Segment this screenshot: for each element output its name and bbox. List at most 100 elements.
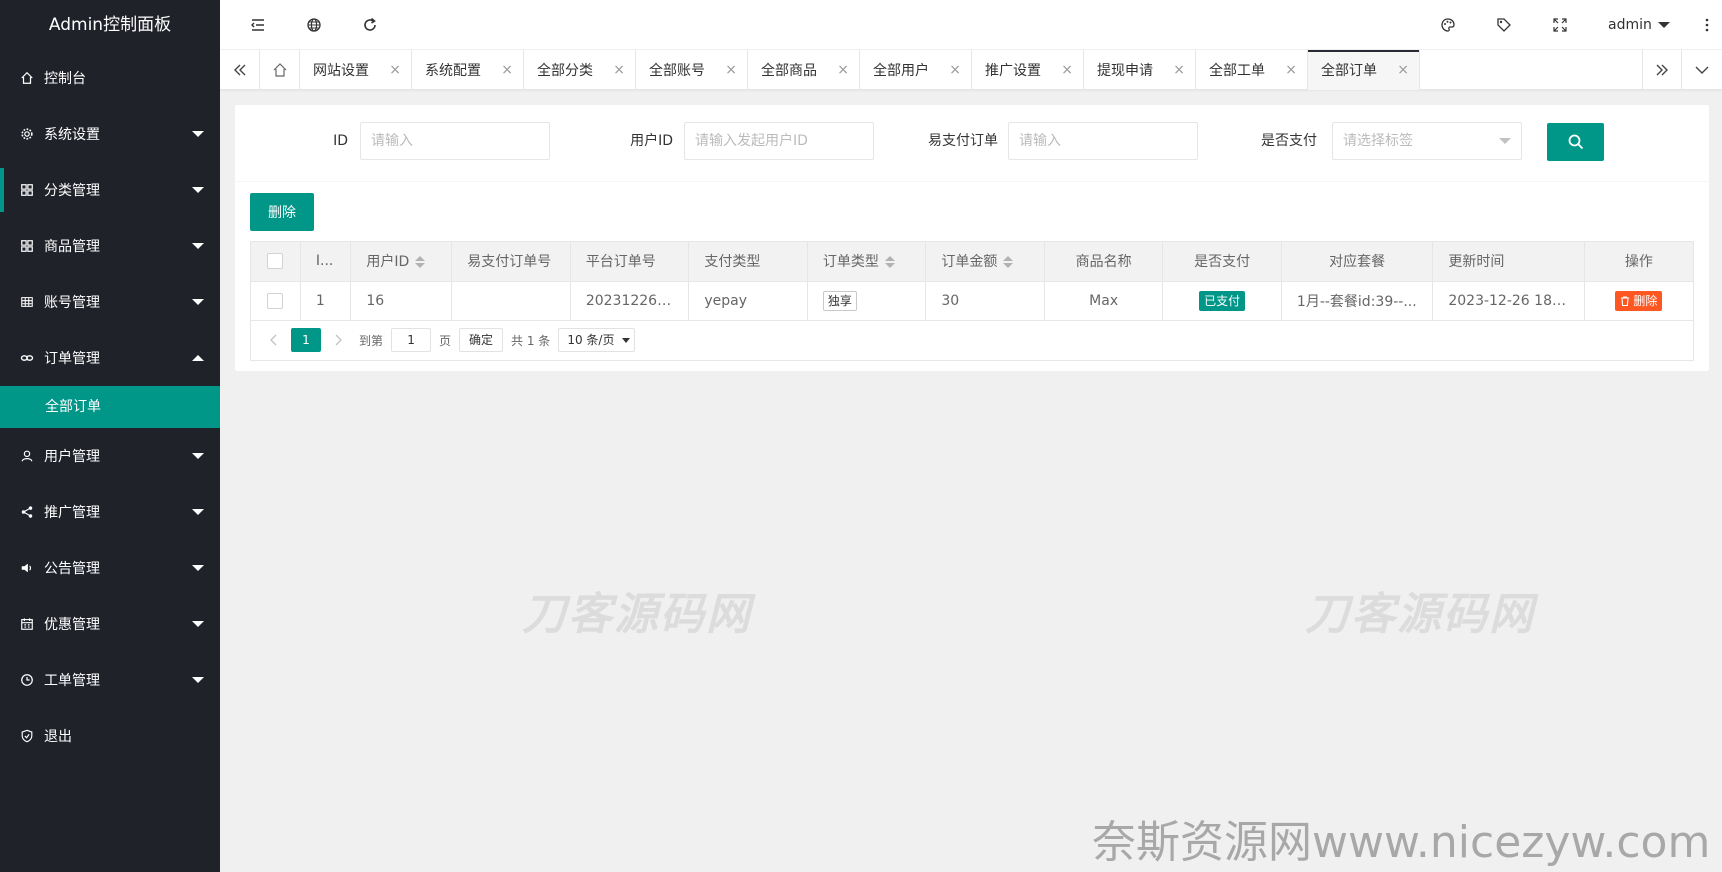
close-icon[interactable]: ×	[501, 63, 513, 77]
shield-icon	[20, 729, 34, 743]
col-order-type[interactable]: 订单类型	[807, 242, 927, 282]
sidebar-item-logout[interactable]: 退出	[0, 708, 220, 764]
user-icon	[20, 449, 34, 463]
order-type-badge: 独享	[822, 290, 857, 311]
close-icon[interactable]: ×	[1285, 63, 1297, 77]
tab-menu-chevron-icon[interactable]	[1682, 50, 1722, 90]
cell-paid: 已支付	[1162, 281, 1282, 321]
link-icon	[20, 351, 34, 365]
calendar-icon	[20, 617, 34, 631]
sidebar: Admin控制面板 控制台 系统设置 分类管理 商品管理 账号管理 订单管理 全…	[0, 0, 220, 872]
sidebar-subitem-all-orders[interactable]: 全部订单	[0, 386, 220, 428]
tab-all-accounts[interactable]: 全部账号 ×	[636, 50, 748, 90]
menu-collapse-icon[interactable]	[233, 0, 283, 50]
cell-action: 删除	[1584, 281, 1693, 321]
user-id-input[interactable]	[684, 122, 874, 160]
close-icon[interactable]: ×	[949, 63, 961, 77]
row-checkbox[interactable]	[267, 292, 284, 309]
sidebar-item-category[interactable]: 分类管理	[0, 162, 220, 218]
epay-order-input[interactable]	[1008, 122, 1198, 160]
username: admin	[1608, 17, 1652, 33]
cell-updated: 2023-12-26 18:2...	[1432, 281, 1585, 321]
close-icon[interactable]: ×	[1397, 63, 1409, 77]
close-icon[interactable]: ×	[613, 63, 625, 77]
sidebar-item-promotion[interactable]: 推广管理	[0, 484, 220, 540]
globe-icon[interactable]	[289, 0, 339, 50]
tab-all-categories[interactable]: 全部分类 ×	[524, 50, 636, 90]
col-action: 操作	[1584, 242, 1693, 282]
select-all-checkbox[interactable]	[267, 253, 284, 270]
cell-product: Max	[1044, 281, 1164, 321]
sidebar-item-products[interactable]: 商品管理	[0, 218, 220, 274]
sort-icon[interactable]	[1003, 256, 1014, 269]
search-button[interactable]	[1547, 123, 1604, 161]
sidebar-item-discounts[interactable]: 优惠管理	[0, 596, 220, 652]
id-input[interactable]	[360, 122, 550, 160]
chevron-down-icon	[192, 187, 204, 193]
close-icon[interactable]: ×	[837, 63, 849, 77]
chevron-down-icon	[192, 131, 204, 137]
user-menu[interactable]: admin	[1608, 0, 1670, 50]
sort-icon[interactable]	[415, 256, 426, 269]
more-vertical-icon[interactable]	[1692, 0, 1722, 50]
caret-down-icon	[1657, 22, 1670, 28]
col-id[interactable]: I...	[300, 242, 352, 282]
cell-plan: 1月--套餐id:39--...	[1281, 281, 1434, 321]
current-page[interactable]: 1	[291, 328, 321, 352]
pagination: 1 到第 1 页 确定 共 1 条 10 条/页	[251, 321, 1693, 360]
next-page-icon[interactable]	[325, 327, 351, 353]
sidebar-item-label: 分类管理	[44, 183, 100, 199]
share-icon	[20, 505, 34, 519]
close-icon[interactable]: ×	[389, 63, 401, 77]
tab-all-tickets[interactable]: 全部工单 ×	[1196, 50, 1308, 90]
col-plan: 对应套餐	[1281, 242, 1434, 282]
refresh-icon[interactable]	[345, 0, 395, 50]
tab-all-orders[interactable]: 全部订单 ×	[1308, 50, 1420, 90]
epay-order-label: 易支付订单	[928, 133, 998, 149]
tag-icon[interactable]	[1479, 0, 1529, 50]
fullscreen-icon[interactable]	[1535, 0, 1585, 50]
sidebar-item-tickets[interactable]: 工单管理	[0, 652, 220, 708]
col-amount[interactable]: 订单金额	[925, 242, 1045, 282]
cell-user-id: 16	[350, 281, 453, 321]
row-checkbox-cell	[251, 281, 301, 321]
sidebar-item-label: 工单管理	[44, 673, 100, 689]
sort-icon[interactable]	[884, 256, 895, 269]
sidebar-item-dashboard[interactable]: 控制台	[0, 50, 220, 106]
sidebar-item-orders[interactable]: 订单管理	[0, 330, 220, 386]
sidebar-item-label: 订单管理	[44, 351, 100, 367]
col-user-id[interactable]: 用户ID	[350, 242, 453, 282]
sidebar-item-announcements[interactable]: 公告管理	[0, 540, 220, 596]
tab-scroll-left-icon[interactable]	[220, 50, 260, 90]
goto-page-input[interactable]: 1	[391, 328, 432, 352]
tab-promotion-settings[interactable]: 推广设置 ×	[972, 50, 1084, 90]
palette-icon[interactable]	[1423, 0, 1473, 50]
top-header: admin	[220, 0, 1722, 50]
total-count: 共 1 条	[511, 333, 551, 348]
close-icon[interactable]: ×	[725, 63, 737, 77]
sidebar-item-system-settings[interactable]: 系统设置	[0, 106, 220, 162]
close-icon[interactable]: ×	[1061, 63, 1073, 77]
tab-website-settings[interactable]: 网站设置 ×	[300, 50, 412, 90]
tab-all-users[interactable]: 全部用户 ×	[860, 50, 972, 90]
paid-select[interactable]: 请选择标签	[1332, 122, 1522, 160]
tab-all-products[interactable]: 全部商品 ×	[748, 50, 860, 90]
tab-system-config[interactable]: 系统配置 ×	[412, 50, 524, 90]
tab-withdrawals[interactable]: 提现申请 ×	[1084, 50, 1196, 90]
sidebar-item-users[interactable]: 用户管理	[0, 428, 220, 484]
chevron-up-icon	[192, 355, 204, 361]
tab-scroll-right-icon[interactable]	[1642, 50, 1682, 90]
page-size-select[interactable]: 10 条/页	[558, 328, 636, 352]
sidebar-item-accounts[interactable]: 账号管理	[0, 274, 220, 330]
apps-icon	[20, 239, 34, 253]
prev-page-icon[interactable]	[261, 327, 287, 353]
orders-card: ID 用户ID 易支付订单 是否支付 请选择标签 删除 I... 用户ID	[235, 105, 1709, 371]
close-icon[interactable]: ×	[1173, 63, 1185, 77]
sidebar-item-label: 账号管理	[44, 295, 100, 311]
batch-delete-button[interactable]: 删除	[250, 193, 314, 231]
gear-icon	[20, 127, 34, 141]
row-delete-button[interactable]: 删除	[1615, 290, 1663, 311]
table-row: 1 16 2023122612... yepay 独享 30 Max 已支付 1…	[251, 281, 1693, 321]
goto-confirm-button[interactable]: 确定	[459, 328, 504, 352]
tab-home-icon[interactable]	[260, 50, 300, 90]
